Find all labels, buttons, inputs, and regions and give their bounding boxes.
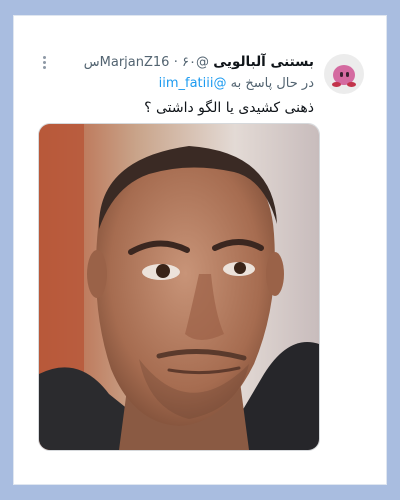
avatar-eye-left bbox=[340, 72, 343, 77]
user-avatar[interactable] bbox=[324, 54, 364, 94]
more-options-icon[interactable] bbox=[40, 56, 48, 74]
avatar-foot-left bbox=[332, 82, 341, 87]
dot-separator: · bbox=[173, 55, 182, 70]
display-name[interactable]: بستنی آلبالویی bbox=[213, 54, 314, 70]
tweet-card[interactable]: بستنی آلبالویی @MarjanZ16 · ۶۰س در حال پ… bbox=[13, 15, 387, 485]
reply-context: در حال پاسخ به @iim_fatiii bbox=[159, 76, 314, 91]
avatar-eye-right bbox=[346, 72, 349, 77]
tweet-header: بستنی آلبالویی @MarjanZ16 · ۶۰س bbox=[84, 54, 314, 70]
avatar-foot-right bbox=[347, 82, 356, 87]
reply-prefix: در حال پاسخ به bbox=[230, 76, 314, 91]
tweet-text: ذهنی کشیدی یا الگو داشتی ؟ bbox=[144, 100, 314, 116]
reply-mention[interactable]: @iim_fatiii bbox=[159, 76, 227, 91]
tweet-media-image[interactable] bbox=[38, 123, 320, 451]
portrait-photo bbox=[39, 124, 319, 450]
